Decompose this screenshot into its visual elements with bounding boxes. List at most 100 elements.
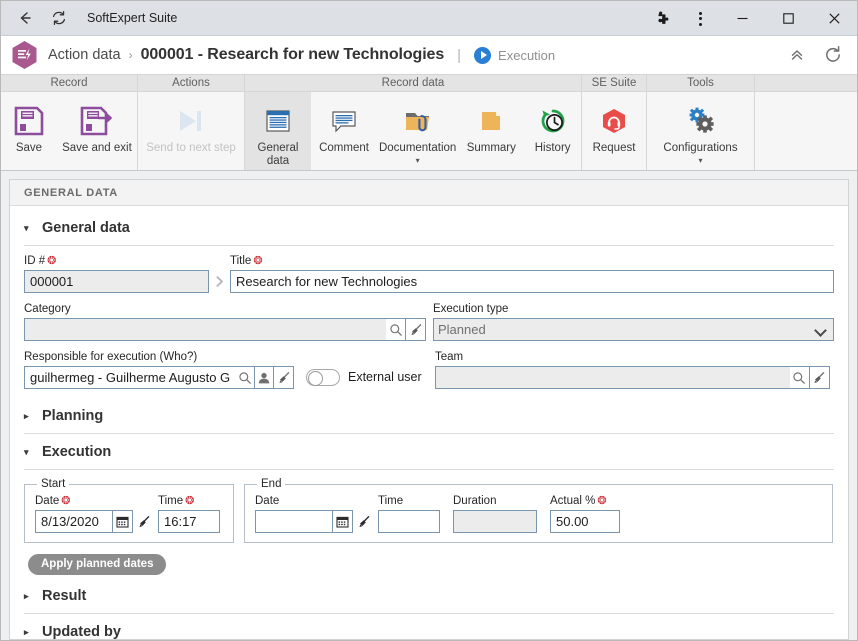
triangle-down-icon: ▾ (24, 222, 29, 233)
magnifier-icon[interactable] (789, 366, 810, 389)
field-label-start-time: Time ❂ (158, 494, 220, 508)
brush-clear-icon[interactable] (809, 366, 830, 389)
title-input[interactable] (230, 270, 834, 293)
ribbon-button-label: Configurations (663, 142, 738, 154)
apply-planned-dates-button[interactable]: Apply planned dates (28, 554, 167, 575)
responsible-input[interactable] (24, 366, 236, 389)
form-row-id-title: ID #❂ Title❂ (24, 254, 834, 293)
chevron-down-icon[interactable]: ▾ (416, 157, 420, 165)
category-input[interactable] (24, 318, 386, 341)
chevron-down-icon[interactable]: ▾ (698, 157, 702, 165)
field-label-category: Category (24, 303, 71, 315)
magnifier-icon[interactable] (386, 318, 406, 341)
ribbon-group-label: SE Suite (582, 75, 646, 92)
ribbon-group-label (755, 75, 857, 92)
comment-button[interactable]: Comment (311, 92, 377, 170)
window-title-bar: SoftExpert Suite (1, 1, 857, 36)
ribbon-button-label: General data (257, 142, 299, 168)
label-text: Title (230, 255, 252, 267)
tab-general-data[interactable]: General data (245, 92, 312, 170)
ribbon-button-label: Summary (466, 142, 516, 154)
required-icon: ❂ (61, 495, 71, 507)
brush-clear-icon[interactable] (406, 318, 426, 341)
brush-clear-icon[interactable] (274, 366, 294, 389)
team-input[interactable] (434, 366, 790, 389)
calendar-icon[interactable] (333, 510, 353, 533)
double-chevron-up-icon[interactable] (789, 47, 805, 63)
kebab-menu-icon[interactable] (681, 1, 719, 36)
summary-button[interactable]: Summary (458, 92, 524, 170)
start-date-input[interactable] (35, 510, 113, 533)
ribbon-group-record: Record Save Save and exit (1, 75, 138, 170)
field-team: Team (434, 350, 834, 389)
breadcrumb-separator: › (128, 48, 133, 62)
section-header-planning[interactable]: ▸ Planning (24, 398, 834, 434)
breadcrumb-root[interactable]: Action data (48, 47, 121, 63)
refresh-icon[interactable] (823, 45, 843, 65)
required-icon: ❂ (597, 495, 607, 507)
actual-percent-input[interactable] (550, 510, 620, 533)
label-text: Time (158, 495, 184, 507)
play-circle-icon (474, 46, 492, 64)
documentation-button[interactable]: Documentation ▾ (377, 92, 458, 170)
end-legend: End (261, 478, 282, 490)
save-button[interactable]: Save (1, 92, 57, 170)
field-label-spacer (294, 350, 435, 364)
section-header-execution[interactable]: ▾ Execution (24, 434, 834, 470)
field-label-end-date: Date (255, 495, 280, 507)
required-icon: ❂ (47, 255, 57, 267)
maximize-button[interactable] (765, 1, 811, 36)
label-text: ID # (24, 255, 46, 267)
section-title: Updated by (42, 624, 121, 640)
next-step-icon (174, 100, 208, 142)
section-header-result[interactable]: ▸ Result (24, 578, 834, 614)
close-button[interactable] (811, 1, 857, 36)
configurations-button[interactable]: Configurations ▾ (647, 92, 754, 170)
save-and-exit-button[interactable]: Save and exit (57, 92, 137, 170)
magnifier-icon[interactable] (235, 366, 255, 389)
back-arrow-icon[interactable] (11, 5, 39, 31)
ribbon-button-label: Request (592, 142, 636, 154)
start-time-input[interactable] (158, 510, 220, 533)
ribbon-group-se-suite: SE Suite Request (582, 75, 647, 170)
field-id: ID # ❂ (24, 254, 230, 293)
brush-clear-icon[interactable] (353, 510, 374, 533)
start-legend: Start (41, 478, 66, 490)
header-divider: | (457, 46, 462, 64)
chevron-right-icon[interactable] (209, 270, 229, 293)
brush-clear-icon[interactable] (133, 510, 154, 533)
section-header-updated-by[interactable]: ▸ Updated by (24, 614, 834, 640)
end-date-input[interactable] (255, 510, 333, 533)
save-and-exit-icon (79, 100, 115, 142)
end-time-input[interactable] (378, 510, 440, 533)
summary-icon (475, 100, 507, 142)
panel-title: GENERAL DATA (10, 180, 848, 206)
section-header-general-data[interactable]: ▾ General data (24, 210, 834, 246)
content-area: GENERAL DATA ▾ General data ID # ❂ 00000… (1, 171, 857, 640)
duration-input (453, 510, 537, 533)
minimize-button[interactable] (719, 1, 765, 36)
required-icon: ❂ (185, 495, 195, 507)
puzzle-icon[interactable] (643, 1, 681, 36)
field-title: Title ❂ (230, 254, 834, 293)
softexpert-hex-logo (11, 40, 38, 70)
external-user-label: External user (348, 370, 422, 384)
window-title: SoftExpert Suite (87, 11, 178, 25)
external-user-toggle[interactable] (306, 369, 340, 386)
ribbon-group-label: Record data (245, 75, 581, 92)
id-input[interactable] (24, 270, 209, 293)
field-start-time: Time ❂ (158, 494, 220, 533)
request-button[interactable]: Request (582, 92, 646, 170)
history-button[interactable]: History (524, 92, 581, 170)
triangle-right-icon: ▸ (24, 590, 29, 601)
field-label-duration: Duration (453, 495, 497, 507)
label-text: Date (35, 495, 60, 507)
field-responsible: Responsible for execution (Who?) (24, 350, 294, 389)
user-icon[interactable] (254, 366, 275, 389)
triangle-down-icon: ▾ (24, 446, 29, 457)
calendar-icon[interactable] (113, 510, 133, 533)
ribbon-button-label: Save and exit (62, 142, 132, 154)
field-external-user: External user (294, 350, 435, 389)
execution-type-select[interactable]: Planned (432, 318, 834, 341)
reload-icon[interactable] (45, 5, 73, 31)
